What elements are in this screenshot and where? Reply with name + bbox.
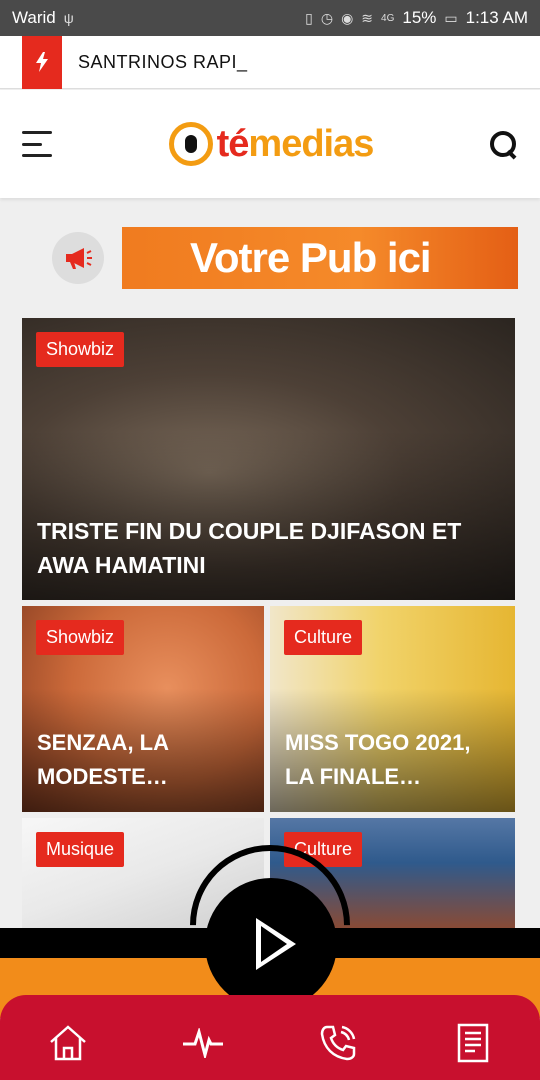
bolt-icon bbox=[22, 35, 62, 89]
ad-text: Votre Pub ici bbox=[190, 234, 432, 281]
phone-icon[interactable] bbox=[308, 1013, 368, 1073]
bottom-nav bbox=[0, 995, 540, 1080]
site-logo[interactable]: témedias bbox=[168, 122, 374, 166]
document-icon[interactable] bbox=[443, 1013, 503, 1073]
menu-line bbox=[22, 131, 52, 134]
site-header: témedias bbox=[0, 90, 540, 198]
vibrate-icon: ▯ bbox=[305, 9, 313, 26]
search-icon[interactable] bbox=[488, 129, 518, 159]
category-badge[interactable]: Showbiz bbox=[36, 332, 125, 367]
logo-mark-icon bbox=[168, 122, 213, 166]
play-icon bbox=[256, 918, 296, 970]
category-badge[interactable]: Showbiz bbox=[36, 620, 125, 655]
clock: 1:13 AM bbox=[465, 8, 528, 27]
home-icon[interactable] bbox=[38, 1013, 98, 1073]
usb-icon: ψ bbox=[63, 10, 74, 26]
alarm-icon: ◷ bbox=[320, 9, 334, 26]
category-badge[interactable]: Culture bbox=[284, 620, 363, 655]
article-title[interactable]: MISS TOGO 2021, LA FINALE… bbox=[285, 726, 501, 794]
category-badge[interactable]: Musique bbox=[36, 832, 125, 867]
breaking-news-ticker[interactable]: SANTRINOS RAPI_ bbox=[0, 35, 540, 89]
ticker-text[interactable]: SANTRINOS RAPI_ bbox=[78, 52, 248, 73]
ad-banner-image[interactable]: Votre Pub ici bbox=[122, 227, 518, 289]
battery-percent: 15% bbox=[402, 8, 437, 27]
article-title[interactable]: SENZAA, LA MODESTE… bbox=[37, 726, 250, 794]
article-card[interactable]: Showbiz TRISTE FIN DU COUPLE DJIFASON ET… bbox=[22, 318, 515, 600]
pulse-icon[interactable] bbox=[173, 1013, 233, 1073]
logo-medias: medias bbox=[248, 122, 374, 165]
logo-te: té bbox=[216, 122, 250, 165]
article-card[interactable]: Culture MISS TOGO 2021, LA FINALE… bbox=[270, 606, 515, 812]
megaphone-icon bbox=[52, 232, 104, 284]
status-bar: Warid ψ ▯ ◷ ◉ ≋ 4G 15% ▭ 1:13 AM bbox=[0, 0, 540, 36]
wifi-icon: ≋ bbox=[361, 9, 374, 26]
network-label: 4G bbox=[381, 12, 395, 24]
menu-button[interactable] bbox=[22, 131, 54, 157]
ad-banner[interactable]: Votre Pub ici bbox=[52, 227, 518, 289]
play-button[interactable] bbox=[205, 878, 337, 1010]
battery-icon: ▭ bbox=[444, 9, 458, 26]
menu-line bbox=[22, 154, 52, 157]
menu-line bbox=[22, 142, 42, 146]
carrier-label: Warid bbox=[12, 8, 56, 27]
article-title[interactable]: TRISTE FIN DU COUPLE DJIFASON ET AWA HAM… bbox=[37, 514, 501, 582]
eye-icon: ◉ bbox=[341, 9, 354, 26]
article-card[interactable]: Showbiz SENZAA, LA MODESTE… bbox=[22, 606, 264, 812]
